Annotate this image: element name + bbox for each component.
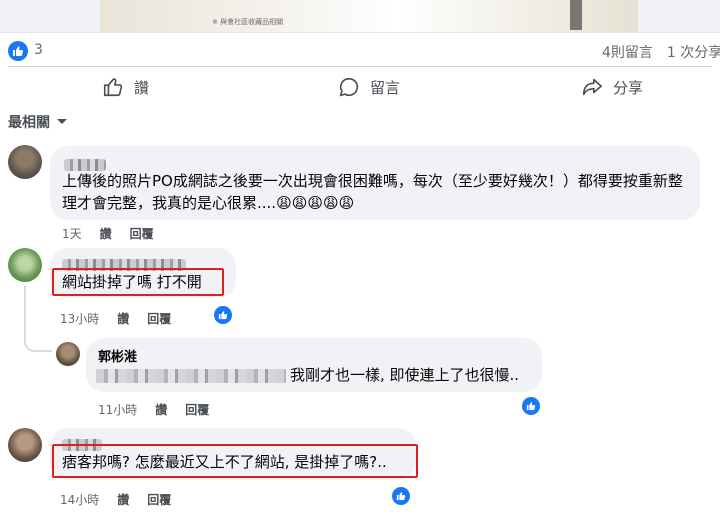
post-stats: 4則留言 1 次分享 xyxy=(602,42,720,62)
avatar[interactable] xyxy=(8,145,42,179)
comment-bubble: 上傳後的照片PO成網誌之後要一次出現會很困難嗎，每次（至少要好幾次！）都得要按重… xyxy=(50,146,700,220)
caret-down-icon xyxy=(56,114,68,130)
comment-like-link[interactable]: 讚 xyxy=(117,310,129,327)
like-button[interactable]: 讚 xyxy=(102,75,149,99)
reply-reply-link[interactable]: 回覆 xyxy=(185,401,209,418)
reply-text: 我剛才也一樣, 即使連上了也很慢.. xyxy=(290,366,520,384)
comment-text: 上傳後的照片PO成網誌之後要一次出現會很困難嗎，每次（至少要好幾次！）都得要按重… xyxy=(62,172,683,212)
comment-meta: 14小時 讚 回覆 xyxy=(60,491,171,508)
comments-count[interactable]: 4則留言 xyxy=(602,45,653,61)
highlight-box: 網站掛掉了嗎 打不開 xyxy=(52,268,224,296)
comment-reply-link[interactable]: 回覆 xyxy=(130,225,154,242)
reply-like-reaction-icon[interactable] xyxy=(522,397,540,415)
reply-meta: 11小時 讚 回覆 xyxy=(98,401,209,418)
thumbs-up-icon xyxy=(102,76,124,98)
reaction-count[interactable]: 3 xyxy=(34,42,43,58)
comment-reply-link[interactable]: 回覆 xyxy=(147,491,171,508)
comment-text: 痞客邦嗎? 怎麼最近又上不了網站, 是掛掉了嗎?.. xyxy=(62,453,387,471)
comment-like-reaction-icon[interactable] xyxy=(392,487,410,505)
comment-button-label: 留言 xyxy=(370,78,401,97)
comment-sort-dropdown[interactable]: 最相關 xyxy=(8,112,68,132)
share-arrow-icon xyxy=(581,76,603,98)
comment-meta: 1天 讚 回覆 xyxy=(62,225,154,242)
sort-label: 最相關 xyxy=(8,115,50,131)
comment-meta: 13小時 讚 回覆 xyxy=(60,310,171,327)
comment-time[interactable]: 14小時 xyxy=(60,491,99,508)
comment-like-link[interactable]: 讚 xyxy=(100,225,112,242)
reply-text-redacted xyxy=(96,368,286,387)
reply-author-name[interactable]: 郭彬溎 xyxy=(98,346,137,365)
share-button[interactable]: 分享 xyxy=(581,75,643,99)
like-button-label: 讚 xyxy=(134,78,150,97)
reply-thread-line xyxy=(24,286,52,352)
reply-time[interactable]: 11小時 xyxy=(98,401,137,418)
post-photo[interactable]: ※ 與會社區收藏品相關 xyxy=(100,0,638,32)
share-button-label: 分享 xyxy=(613,78,644,97)
shares-count[interactable]: 1 次分享 xyxy=(667,45,720,61)
comment-like-reaction-icon[interactable] xyxy=(214,306,232,324)
comment-time[interactable]: 13小時 xyxy=(60,310,99,327)
post-image[interactable]: ※ 與會社區收藏品相關 xyxy=(0,0,720,33)
speech-bubble-icon xyxy=(338,76,360,98)
avatar[interactable] xyxy=(56,342,80,366)
like-reaction-icon[interactable] xyxy=(8,41,28,61)
highlight-box: 痞客邦嗎? 怎麼最近又上不了網站, 是掛掉了嗎?.. xyxy=(52,444,418,478)
comment-button[interactable]: 留言 xyxy=(338,75,400,99)
avatar[interactable] xyxy=(8,428,42,462)
avatar[interactable] xyxy=(8,248,42,282)
reply-bubble: 郭彬溎 我剛才也一樣, 即使連上了也很慢.. xyxy=(86,338,542,392)
comment-like-link[interactable]: 讚 xyxy=(117,491,129,508)
comment-reply-link[interactable]: 回覆 xyxy=(147,310,171,327)
image-caption: ※ 與會社區收藏品相關 xyxy=(212,18,284,26)
comment-time[interactable]: 1天 xyxy=(62,225,82,242)
post-action-bar: 讚 留言 分享 xyxy=(8,66,712,104)
reply-like-link[interactable]: 讚 xyxy=(155,401,167,418)
comment-text: 網站掛掉了嗎 打不開 xyxy=(62,273,202,291)
